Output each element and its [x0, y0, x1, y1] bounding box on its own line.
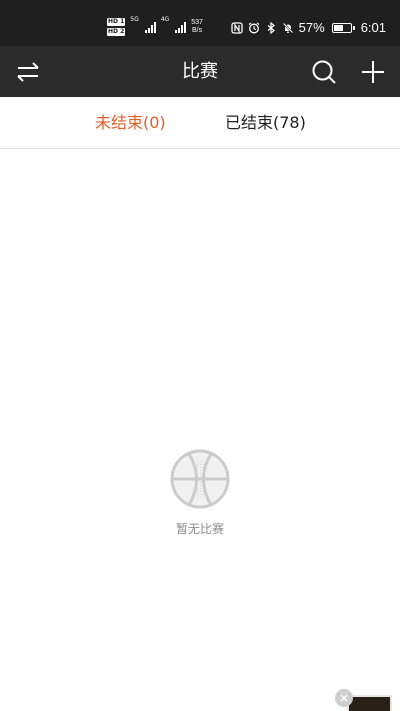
floating-ad[interactable] — [347, 695, 392, 711]
hd-badges: HD 1 HD 2 — [107, 18, 126, 36]
basketball-icon — [170, 449, 230, 509]
plus-icon — [362, 61, 384, 83]
alarm-icon — [248, 22, 259, 33]
switch-button[interactable] — [15, 59, 41, 85]
hd2-badge: HD 2 — [107, 28, 126, 36]
search-button[interactable] — [311, 59, 337, 85]
nfc-icon — [231, 21, 243, 34]
network-speed-value: 537 — [191, 19, 203, 26]
close-icon — [340, 694, 348, 702]
clock: 6:01 — [360, 20, 386, 35]
network-speed-unit: B/s — [191, 27, 203, 34]
hd1-badge: HD 1 — [107, 18, 126, 26]
network-speed: 537 B/s — [191, 19, 203, 35]
page-title: 比赛 — [182, 61, 218, 82]
network-indicators: HD 1 HD 2 5G 4G 537 B/s — [107, 14, 203, 40]
add-button[interactable] — [360, 59, 386, 85]
status-right: 57% 6:01 — [231, 20, 386, 35]
empty-state: 暂无比赛 — [0, 448, 400, 537]
tab-unfinished[interactable]: 未结束(0) — [95, 97, 166, 148]
bluetooth-icon — [267, 21, 275, 34]
network-type-label: 5G — [130, 16, 139, 23]
status-bar: HD 1 HD 2 5G 4G 537 B/s 57% 6:01 — [0, 0, 400, 46]
signal-icon — [144, 21, 156, 33]
mute-bell-icon — [282, 22, 293, 33]
signal-icon-2 — [175, 21, 187, 33]
app-header: 比赛 — [0, 46, 400, 97]
battery-percent: 57% — [298, 20, 325, 35]
tab-finished[interactable]: 已结束(78) — [225, 97, 306, 148]
empty-message: 暂无比赛 — [175, 522, 224, 536]
swap-arrows-icon — [17, 62, 39, 82]
network-type-label-2: 4G — [160, 16, 170, 23]
battery-level — [333, 24, 343, 31]
ad-close-button[interactable] — [335, 689, 353, 707]
match-tabs: 未结束(0) 已结束(78) — [0, 97, 400, 149]
battery-icon — [331, 22, 355, 33]
search-icon — [312, 60, 336, 84]
